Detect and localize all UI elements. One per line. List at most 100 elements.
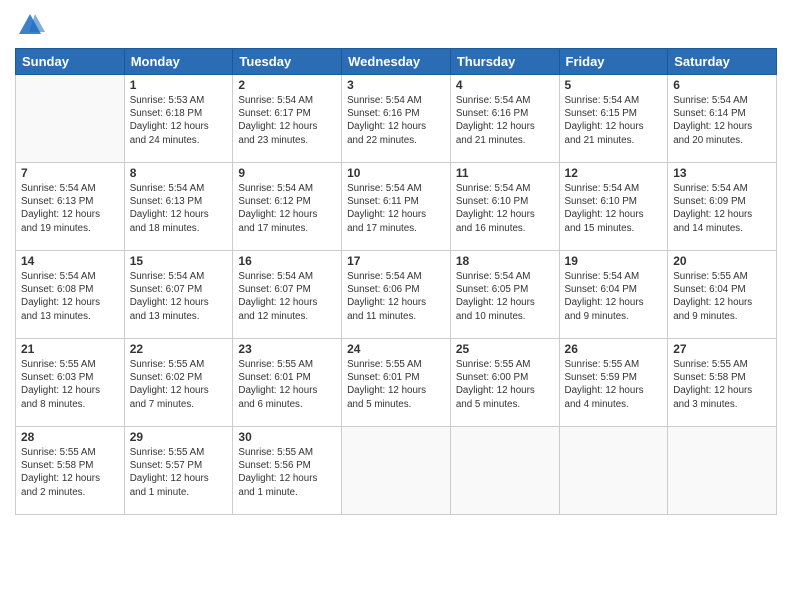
- header: [15, 10, 777, 40]
- column-header-tuesday: Tuesday: [233, 49, 342, 75]
- calendar-cell: 30 Sunrise: 5:55 AM Sunset: 5:56 PM Dayli…: [233, 427, 342, 515]
- calendar-week-row: 7 Sunrise: 5:54 AM Sunset: 6:13 PM Daylig…: [16, 163, 777, 251]
- calendar-cell: 14 Sunrise: 5:54 AM Sunset: 6:08 PM Dayli…: [16, 251, 125, 339]
- day-info: Sunrise: 5:54 AM Sunset: 6:07 PM Dayligh…: [130, 270, 228, 323]
- day-number: 23: [238, 342, 336, 356]
- calendar-cell: [16, 75, 125, 163]
- day-info: Sunrise: 5:54 AM Sunset: 6:06 PM Dayligh…: [347, 270, 445, 323]
- day-number: 19: [565, 254, 663, 268]
- calendar-cell: 16 Sunrise: 5:54 AM Sunset: 6:07 PM Dayli…: [233, 251, 342, 339]
- day-number: 27: [673, 342, 771, 356]
- day-number: 17: [347, 254, 445, 268]
- day-info: Sunrise: 5:55 AM Sunset: 5:58 PM Dayligh…: [673, 358, 771, 411]
- day-info: Sunrise: 5:54 AM Sunset: 6:07 PM Dayligh…: [238, 270, 336, 323]
- column-header-friday: Friday: [559, 49, 668, 75]
- column-header-saturday: Saturday: [668, 49, 777, 75]
- calendar-cell: 29 Sunrise: 5:55 AM Sunset: 5:57 PM Dayli…: [124, 427, 233, 515]
- day-number: 29: [130, 430, 228, 444]
- calendar-cell: [668, 427, 777, 515]
- day-info: Sunrise: 5:54 AM Sunset: 6:16 PM Dayligh…: [347, 94, 445, 147]
- day-info: Sunrise: 5:54 AM Sunset: 6:08 PM Dayligh…: [21, 270, 119, 323]
- day-number: 11: [456, 166, 554, 180]
- day-info: Sunrise: 5:54 AM Sunset: 6:04 PM Dayligh…: [565, 270, 663, 323]
- day-info: Sunrise: 5:55 AM Sunset: 5:59 PM Dayligh…: [565, 358, 663, 411]
- day-number: 24: [347, 342, 445, 356]
- calendar-header-row: SundayMondayTuesdayWednesdayThursdayFrid…: [16, 49, 777, 75]
- day-number: 21: [21, 342, 119, 356]
- calendar-week-row: 14 Sunrise: 5:54 AM Sunset: 6:08 PM Dayli…: [16, 251, 777, 339]
- day-number: 5: [565, 78, 663, 92]
- column-header-thursday: Thursday: [450, 49, 559, 75]
- day-info: Sunrise: 5:54 AM Sunset: 6:10 PM Dayligh…: [456, 182, 554, 235]
- day-number: 13: [673, 166, 771, 180]
- calendar-cell: 21Sunrise: 5:55 AM Sunset: 6:03 PM Dayli…: [16, 339, 125, 427]
- calendar-table: SundayMondayTuesdayWednesdayThursdayFrid…: [15, 48, 777, 515]
- day-info: Sunrise: 5:55 AM Sunset: 5:57 PM Dayligh…: [130, 446, 228, 499]
- day-number: 28: [21, 430, 119, 444]
- day-info: Sunrise: 5:54 AM Sunset: 6:11 PM Dayligh…: [347, 182, 445, 235]
- calendar-cell: 8 Sunrise: 5:54 AM Sunset: 6:13 PM Daylig…: [124, 163, 233, 251]
- column-header-monday: Monday: [124, 49, 233, 75]
- day-number: 7: [21, 166, 119, 180]
- day-number: 25: [456, 342, 554, 356]
- day-info: Sunrise: 5:54 AM Sunset: 6:13 PM Dayligh…: [130, 182, 228, 235]
- calendar-cell: 19 Sunrise: 5:54 AM Sunset: 6:04 PM Dayli…: [559, 251, 668, 339]
- day-number: 2: [238, 78, 336, 92]
- day-number: 26: [565, 342, 663, 356]
- calendar-week-row: 28 Sunrise: 5:55 AM Sunset: 5:58 PM Dayli…: [16, 427, 777, 515]
- calendar-cell: 3 Sunrise: 5:54 AM Sunset: 6:16 PM Daylig…: [342, 75, 451, 163]
- calendar-cell: 6 Sunrise: 5:54 AM Sunset: 6:14 PM Daylig…: [668, 75, 777, 163]
- calendar-week-row: 21Sunrise: 5:55 AM Sunset: 6:03 PM Dayli…: [16, 339, 777, 427]
- day-info: Sunrise: 5:53 AM Sunset: 6:18 PM Dayligh…: [130, 94, 228, 147]
- page: SundayMondayTuesdayWednesdayThursdayFrid…: [0, 0, 792, 612]
- day-info: Sunrise: 5:54 AM Sunset: 6:16 PM Dayligh…: [456, 94, 554, 147]
- day-number: 14: [21, 254, 119, 268]
- calendar-cell: 7 Sunrise: 5:54 AM Sunset: 6:13 PM Daylig…: [16, 163, 125, 251]
- calendar-cell: 25Sunrise: 5:55 AM Sunset: 6:00 PM Dayli…: [450, 339, 559, 427]
- day-info: Sunrise: 5:55 AM Sunset: 6:02 PM Dayligh…: [130, 358, 228, 411]
- day-number: 16: [238, 254, 336, 268]
- calendar-cell: 24 Sunrise: 5:55 AM Sunset: 6:01 PM Dayli…: [342, 339, 451, 427]
- day-number: 22: [130, 342, 228, 356]
- day-info: Sunrise: 5:54 AM Sunset: 6:15 PM Dayligh…: [565, 94, 663, 147]
- day-info: Sunrise: 5:54 AM Sunset: 6:14 PM Dayligh…: [673, 94, 771, 147]
- calendar-cell: 23 Sunrise: 5:55 AM Sunset: 6:01 PM Dayli…: [233, 339, 342, 427]
- day-number: 9: [238, 166, 336, 180]
- column-header-sunday: Sunday: [16, 49, 125, 75]
- calendar-cell: [559, 427, 668, 515]
- day-info: Sunrise: 5:54 AM Sunset: 6:13 PM Dayligh…: [21, 182, 119, 235]
- day-number: 18: [456, 254, 554, 268]
- day-number: 10: [347, 166, 445, 180]
- calendar-cell: [450, 427, 559, 515]
- day-info: Sunrise: 5:55 AM Sunset: 5:56 PM Dayligh…: [238, 446, 336, 499]
- calendar-cell: 26 Sunrise: 5:55 AM Sunset: 5:59 PM Dayli…: [559, 339, 668, 427]
- column-header-wednesday: Wednesday: [342, 49, 451, 75]
- day-number: 30: [238, 430, 336, 444]
- day-info: Sunrise: 5:55 AM Sunset: 5:58 PM Dayligh…: [21, 446, 119, 499]
- logo-icon: [15, 10, 45, 40]
- calendar-cell: 11 Sunrise: 5:54 AM Sunset: 6:10 PM Dayli…: [450, 163, 559, 251]
- day-number: 6: [673, 78, 771, 92]
- day-number: 8: [130, 166, 228, 180]
- calendar-cell: 27 Sunrise: 5:55 AM Sunset: 5:58 PM Dayli…: [668, 339, 777, 427]
- day-info: Sunrise: 5:55 AM Sunset: 6:01 PM Dayligh…: [347, 358, 445, 411]
- day-info: Sunrise: 5:54 AM Sunset: 6:17 PM Dayligh…: [238, 94, 336, 147]
- day-info: Sunrise: 5:54 AM Sunset: 6:10 PM Dayligh…: [565, 182, 663, 235]
- day-info: Sunrise: 5:55 AM Sunset: 6:01 PM Dayligh…: [238, 358, 336, 411]
- calendar-cell: 20 Sunrise: 5:55 AM Sunset: 6:04 PM Dayli…: [668, 251, 777, 339]
- day-info: Sunrise: 5:54 AM Sunset: 6:09 PM Dayligh…: [673, 182, 771, 235]
- day-number: 20: [673, 254, 771, 268]
- calendar-cell: 9Sunrise: 5:54 AM Sunset: 6:12 PM Daylig…: [233, 163, 342, 251]
- calendar-cell: 18 Sunrise: 5:54 AM Sunset: 6:05 PM Dayli…: [450, 251, 559, 339]
- calendar-cell: [342, 427, 451, 515]
- calendar-cell: 15Sunrise: 5:54 AM Sunset: 6:07 PM Dayli…: [124, 251, 233, 339]
- day-number: 12: [565, 166, 663, 180]
- calendar-cell: 2 Sunrise: 5:54 AM Sunset: 6:17 PM Daylig…: [233, 75, 342, 163]
- day-info: Sunrise: 5:55 AM Sunset: 6:04 PM Dayligh…: [673, 270, 771, 323]
- calendar-week-row: 1Sunrise: 5:53 AM Sunset: 6:18 PM Daylig…: [16, 75, 777, 163]
- day-number: 3: [347, 78, 445, 92]
- calendar-cell: 4Sunrise: 5:54 AM Sunset: 6:16 PM Daylig…: [450, 75, 559, 163]
- day-info: Sunrise: 5:54 AM Sunset: 6:05 PM Dayligh…: [456, 270, 554, 323]
- calendar-cell: 5 Sunrise: 5:54 AM Sunset: 6:15 PM Daylig…: [559, 75, 668, 163]
- calendar-cell: 22 Sunrise: 5:55 AM Sunset: 6:02 PM Dayli…: [124, 339, 233, 427]
